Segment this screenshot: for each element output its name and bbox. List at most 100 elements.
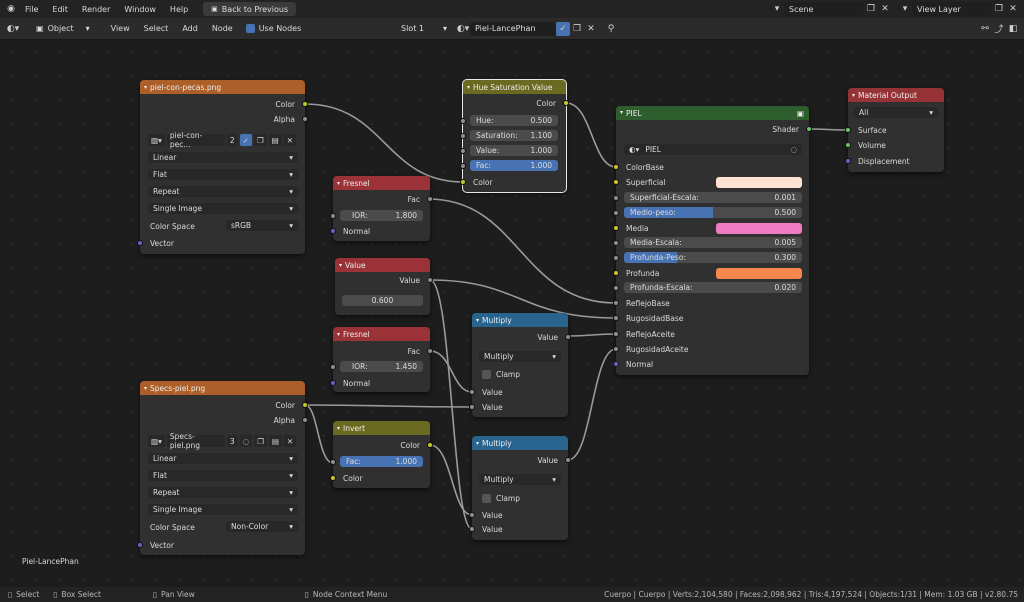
socket-value2-in[interactable] xyxy=(469,526,475,532)
image-users-count[interactable]: 2 xyxy=(226,134,238,146)
socket-vector-in[interactable] xyxy=(137,542,143,548)
node-header[interactable]: ▾ Multiply xyxy=(472,313,568,327)
mode-dropdown[interactable]: ▣ Object ▾ xyxy=(28,21,98,36)
socket-fac-in[interactable] xyxy=(460,163,466,169)
duplicate-image-icon[interactable]: ❐ xyxy=(253,134,267,146)
node-group-icon[interactable]: ▣ xyxy=(797,109,804,118)
image-selector[interactable]: ▨▾ piel-con-pec... 2 ✓ ❐ ▤ ✕ xyxy=(148,131,297,149)
menu-edit[interactable]: Edit xyxy=(45,5,75,14)
material-browse-icon[interactable]: ◐▾ xyxy=(456,22,470,36)
socket-color-out[interactable] xyxy=(302,402,308,408)
node-group-selector[interactable]: ◐▾ PIEL ◌ xyxy=(624,144,802,155)
material-output-node[interactable]: ▾ Material Output All ▾ Surface Volume Dis… xyxy=(845,88,944,172)
node-header[interactable]: ▾ Specs-piel.png xyxy=(140,381,305,395)
node-editor-canvas[interactable]: ▾ piel-con-pecas.png Color Alpha ▨▾ piel-… xyxy=(0,40,1024,587)
socket-value-out[interactable] xyxy=(565,457,571,463)
socket-ior-in[interactable] xyxy=(330,213,336,219)
fake-user-shield-icon[interactable]: ✓ xyxy=(239,134,252,146)
collapse-icon[interactable]: ▾ xyxy=(144,84,147,91)
header-menu-view[interactable]: View xyxy=(104,24,137,33)
profunda-color-swatch[interactable] xyxy=(716,268,802,279)
blender-logo-icon[interactable]: ◉ xyxy=(4,2,18,16)
node-header[interactable]: ▾ piel-con-pecas.png xyxy=(140,80,305,94)
open-image-folder-icon[interactable]: ▤ xyxy=(268,134,282,146)
socket-color-in[interactable] xyxy=(460,179,466,185)
colorspace-dropdown[interactable]: Non-Color ▾ xyxy=(226,521,298,532)
node-header[interactable]: ▾ Multiply xyxy=(472,436,568,450)
node-header[interactable]: ▾ Hue Saturation Value xyxy=(463,80,566,94)
socket-rugosidadbase-in[interactable] xyxy=(613,315,619,321)
collapse-icon[interactable]: ▾ xyxy=(337,331,340,338)
socket-surface-in[interactable] xyxy=(845,127,851,133)
new-scene-icon[interactable]: ❐ xyxy=(864,2,878,16)
socket-media-escala-in[interactable] xyxy=(613,240,619,246)
clamp-row[interactable]: Clamp xyxy=(472,492,568,504)
socket-ior-in[interactable] xyxy=(330,364,336,370)
clamp-row[interactable]: Clamp xyxy=(472,368,568,380)
projection-dropdown[interactable]: Flat ▾ xyxy=(148,470,298,481)
value-field[interactable]: 0.600 xyxy=(342,295,423,306)
node-header[interactable]: ▾ Material Output xyxy=(848,88,944,102)
editor-type-icon[interactable]: ◐▾ xyxy=(6,22,20,36)
scene-field[interactable]: Scene xyxy=(784,2,864,16)
menu-render[interactable]: Render xyxy=(75,5,117,14)
node-header[interactable]: ▾ PIEL ▣ xyxy=(616,106,809,120)
value-slider[interactable]: Value: 1.000 xyxy=(470,145,558,156)
fresnel-node-1[interactable]: ▾ Fresnel Fac IOR: 1.800 Normal xyxy=(330,176,433,241)
header-menu-select[interactable]: Select xyxy=(137,24,176,33)
socket-fac-out[interactable] xyxy=(427,196,433,202)
fresnel-node-2[interactable]: ▾ Fresnel Fac IOR: 1.450 Normal xyxy=(330,327,433,392)
socket-normal-in[interactable] xyxy=(330,380,336,386)
value-node[interactable]: ▾ Value Value 0.600 xyxy=(335,258,433,315)
snap-icon[interactable]: ⚯ xyxy=(978,22,992,36)
socket-normal-in[interactable] xyxy=(330,228,336,234)
collapse-icon[interactable]: ▾ xyxy=(337,180,340,187)
pin-icon[interactable]: ⚲ xyxy=(604,22,618,36)
media-escala-slider[interactable]: Media-Escala: 0.005 xyxy=(624,237,802,248)
new-view-layer-icon[interactable]: ❐ xyxy=(992,2,1006,16)
interpolation-dropdown[interactable]: Linear ▾ xyxy=(148,453,298,464)
scene-icon[interactable]: ▾ xyxy=(770,2,784,16)
overlay-icon[interactable]: ◧ xyxy=(1006,22,1020,36)
collapse-icon[interactable]: ▾ xyxy=(476,317,479,324)
piel-group-node[interactable]: ▾ PIEL ▣ Shader ◐▾ PIEL ◌ ColorBase Superfic… xyxy=(613,106,812,375)
unlink-image-icon[interactable]: ✕ xyxy=(284,435,297,447)
socket-profunda-escala-in[interactable] xyxy=(613,285,619,291)
superficial-color-swatch[interactable] xyxy=(716,177,802,188)
socket-color-out[interactable] xyxy=(427,442,433,448)
menu-help[interactable]: Help xyxy=(163,5,195,14)
socket-shader-out[interactable] xyxy=(806,126,812,132)
socket-displacement-in[interactable] xyxy=(845,158,851,164)
socket-reflejoaceite-in[interactable] xyxy=(613,331,619,337)
collapse-icon[interactable]: ▾ xyxy=(337,425,340,432)
parent-node-tree-icon[interactable]: ⤴ xyxy=(992,22,1006,36)
socket-vector-in[interactable] xyxy=(137,240,143,246)
image-browse-icon[interactable]: ▨▾ xyxy=(148,435,165,447)
socket-value-in[interactable] xyxy=(460,148,466,154)
superficial-escala-slider[interactable]: Superficial-Escala: 0.001 xyxy=(624,192,802,203)
clamp-checkbox[interactable] xyxy=(482,369,491,379)
material-name-field[interactable]: Piel-LancePhan xyxy=(470,21,556,36)
unlink-material-icon[interactable]: ✕ xyxy=(584,22,598,36)
projection-dropdown[interactable]: Flat ▾ xyxy=(148,169,298,180)
fake-user-shield-icon[interactable]: ◌ xyxy=(790,145,797,154)
menu-window[interactable]: Window xyxy=(117,5,163,14)
socket-reflejobase-in[interactable] xyxy=(613,300,619,306)
socket-rugosidadaceite-in[interactable] xyxy=(613,346,619,352)
saturation-slider[interactable]: Saturation: 1.100 xyxy=(470,130,558,141)
profunda-peso-slider[interactable]: Profunda-Peso: 0.300 xyxy=(624,252,802,263)
node-header[interactable]: ▾ Invert xyxy=(333,421,430,435)
socket-alpha-out[interactable] xyxy=(302,116,308,122)
collapse-icon[interactable]: ▾ xyxy=(620,109,623,118)
delete-view-layer-icon[interactable]: ✕ xyxy=(1006,2,1020,16)
socket-value-out[interactable] xyxy=(427,277,433,283)
socket-medio-peso-in[interactable] xyxy=(613,210,619,216)
back-to-previous-button[interactable]: ▣ Back to Previous xyxy=(203,2,297,16)
socket-saturation-in[interactable] xyxy=(460,133,466,139)
math-multiply-node-2[interactable]: ▾ Multiply Value Multiply ▾ Clamp Value Va… xyxy=(469,436,571,540)
fake-user-shield-icon[interactable]: ✓ xyxy=(556,21,570,36)
media-color-swatch[interactable] xyxy=(716,223,802,234)
ior-slider[interactable]: IOR: 1.800 xyxy=(340,210,423,221)
menu-file[interactable]: File xyxy=(18,5,45,14)
open-image-folder-icon[interactable]: ▤ xyxy=(268,435,283,447)
